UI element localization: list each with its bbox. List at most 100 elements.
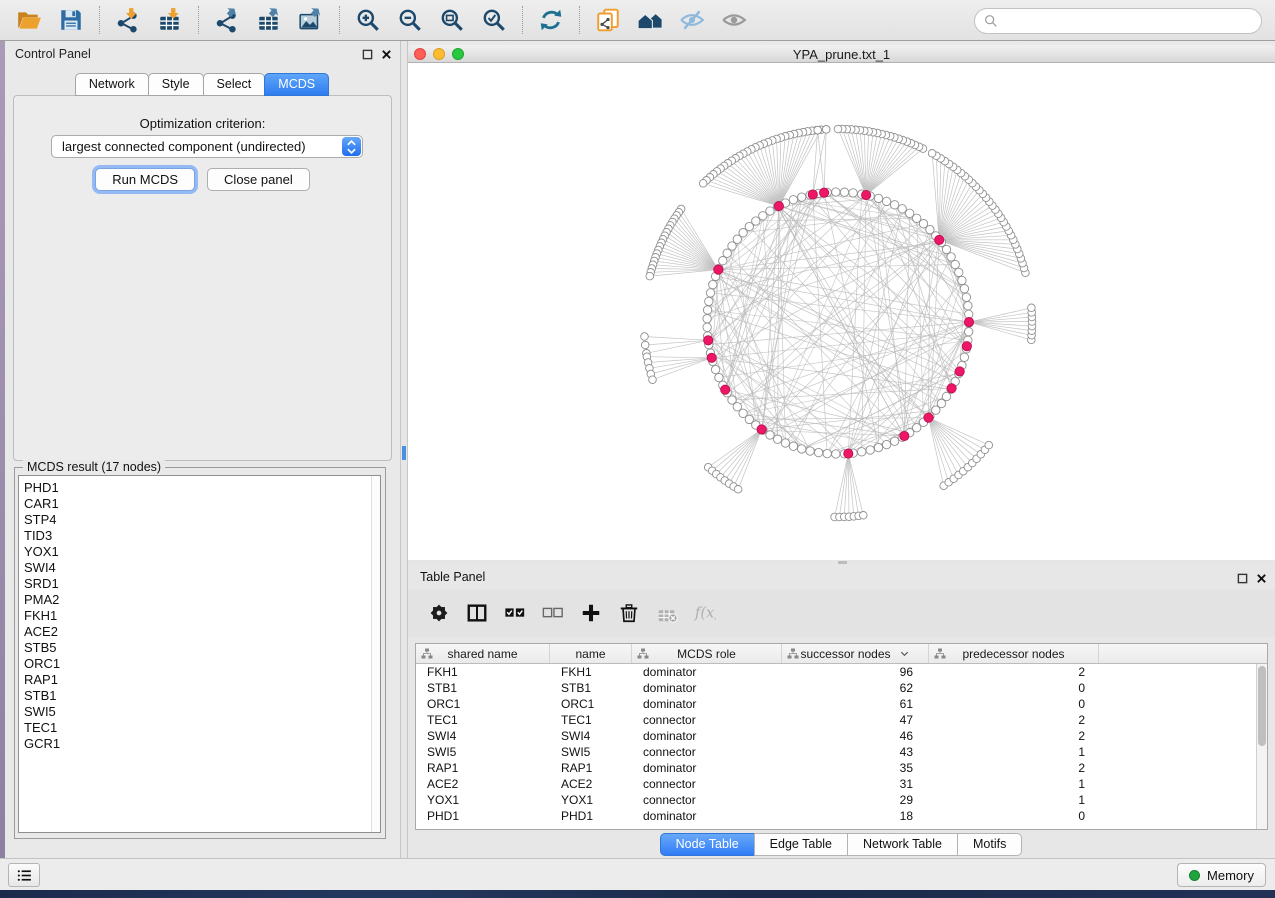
tab-network[interactable]: Network [75,73,149,96]
task-history-button[interactable] [8,863,40,887]
table-cell: RAP1 [550,761,632,775]
tab-network-table[interactable]: Network Table [847,833,958,856]
result-item[interactable]: STB1 [19,688,380,704]
select-all-button[interactable] [502,600,528,626]
zoom-selected-button[interactable] [479,5,509,35]
result-item[interactable]: YOX1 [19,544,380,560]
result-item[interactable]: PMA2 [19,592,380,608]
search-box[interactable] [974,8,1262,34]
close-panel-button[interactable]: Close panel [207,168,310,191]
network-canvas[interactable] [408,63,1275,560]
table-row[interactable]: YOX1YOX1connector291 [416,792,1267,808]
mcds-result-list[interactable]: PHD1CAR1STP4TID3YOX1SWI4SRD1PMA2FKH1ACE2… [18,475,381,833]
vertical-splitter[interactable] [400,41,408,858]
table-row[interactable]: STB1STB1dominator620 [416,680,1267,696]
toolbar-separator [198,6,199,34]
export-table-button[interactable] [254,5,284,35]
result-item[interactable]: CAR1 [19,496,380,512]
tab-style[interactable]: Style [148,73,204,96]
result-item[interactable]: SRD1 [19,576,380,592]
table-cell: dominator [632,761,782,775]
import-table-button[interactable] [155,5,185,35]
tab-motifs[interactable]: Motifs [957,833,1022,856]
table-scrollbar[interactable] [1256,664,1267,829]
close-panel-icon[interactable] [381,47,392,65]
column-header-name[interactable]: name [550,644,632,663]
zoom-out-button[interactable] [395,5,425,35]
gear-button[interactable] [426,600,452,626]
zoom-in-button[interactable] [353,5,383,35]
duplicate-network-button[interactable] [593,5,623,35]
result-item[interactable]: FKH1 [19,608,380,624]
tab-edge-table[interactable]: Edge Table [754,833,848,856]
column-header-shared-name[interactable]: shared name [416,644,550,663]
toolbar-separator [579,6,580,34]
memory-button[interactable]: Memory [1177,863,1266,887]
table-cell: connector [632,713,782,727]
split-pane-button[interactable] [464,600,490,626]
result-item[interactable]: TEC1 [19,720,380,736]
refresh-button[interactable] [536,5,566,35]
result-item[interactable]: PHD1 [19,480,380,496]
table-cell: dominator [632,809,782,823]
network-window-titlebar[interactable]: YPA_prune.txt_1 [408,45,1275,63]
table-row[interactable]: FKH1FKH1dominator962 [416,664,1267,680]
zoom-fit-button[interactable] [437,5,467,35]
tab-node-table[interactable]: Node Table [660,833,755,856]
open-button[interactable] [14,5,44,35]
table-cell: 1 [929,745,1099,759]
close-table-panel-icon[interactable] [1256,571,1267,589]
mcds-result-scrollbar[interactable] [371,476,380,832]
table-row[interactable]: PHD1PHD1dominator180 [416,808,1267,824]
result-item[interactable]: ACE2 [19,624,380,640]
export-network-button[interactable] [212,5,242,35]
horizontal-splitter-handle[interactable] [838,561,847,564]
refresh-icon [538,7,564,33]
table-row[interactable]: SWI4SWI4dominator462 [416,728,1267,744]
float-panel-icon[interactable] [362,47,373,65]
result-item[interactable]: RAP1 [19,672,380,688]
select-all-icon [504,602,526,624]
column-header-successor-nodes[interactable]: successor nodes [782,644,929,663]
network-graph[interactable] [408,63,1275,560]
sort-chevron-down-icon [899,648,910,659]
save-button[interactable] [56,5,86,35]
table-cell: STB1 [550,681,632,695]
search-input[interactable] [1004,14,1253,29]
zoom-in-icon [355,7,381,33]
deselect-all-button[interactable] [540,600,566,626]
column-header-predecessor-nodes[interactable]: predecessor nodes [929,644,1099,663]
tab-mcds[interactable]: MCDS [264,73,329,96]
tab-select[interactable]: Select [203,73,266,96]
table-cell: RAP1 [416,761,550,775]
hide-selected-button[interactable] [677,5,707,35]
result-item[interactable]: STB5 [19,640,380,656]
add-button[interactable] [578,600,604,626]
result-item[interactable]: ORC1 [19,656,380,672]
table-row[interactable]: ACE2ACE2connector311 [416,776,1267,792]
float-table-panel-icon[interactable] [1237,571,1248,589]
result-item[interactable]: GCR1 [19,736,380,752]
show-all-button[interactable] [719,5,749,35]
table-row[interactable]: SWI5SWI5connector431 [416,744,1267,760]
export-image-button[interactable] [296,5,326,35]
result-item[interactable]: TID3 [19,528,380,544]
delete-button[interactable] [616,600,642,626]
result-item[interactable]: SWI5 [19,704,380,720]
table-cell: 96 [782,665,929,679]
run-mcds-button[interactable]: Run MCDS [95,168,195,191]
import-network-button[interactable] [113,5,143,35]
table-row[interactable]: TEC1TEC1connector472 [416,712,1267,728]
table-scrollbar-thumb[interactable] [1258,666,1266,746]
column-header-MCDS-role[interactable]: MCDS role [632,644,782,663]
vertical-splitter-handle[interactable] [402,446,406,460]
first-neighbors-button[interactable] [635,5,665,35]
result-item[interactable]: SWI4 [19,560,380,576]
table-cell: connector [632,777,782,791]
criterion-dropdown[interactable]: largest connected component (undirected) [51,135,363,158]
table-cell: dominator [632,665,782,679]
table-row[interactable]: ORC1ORC1dominator610 [416,696,1267,712]
table-cell: ACE2 [550,777,632,791]
table-row[interactable]: RAP1RAP1dominator352 [416,760,1267,776]
result-item[interactable]: STP4 [19,512,380,528]
